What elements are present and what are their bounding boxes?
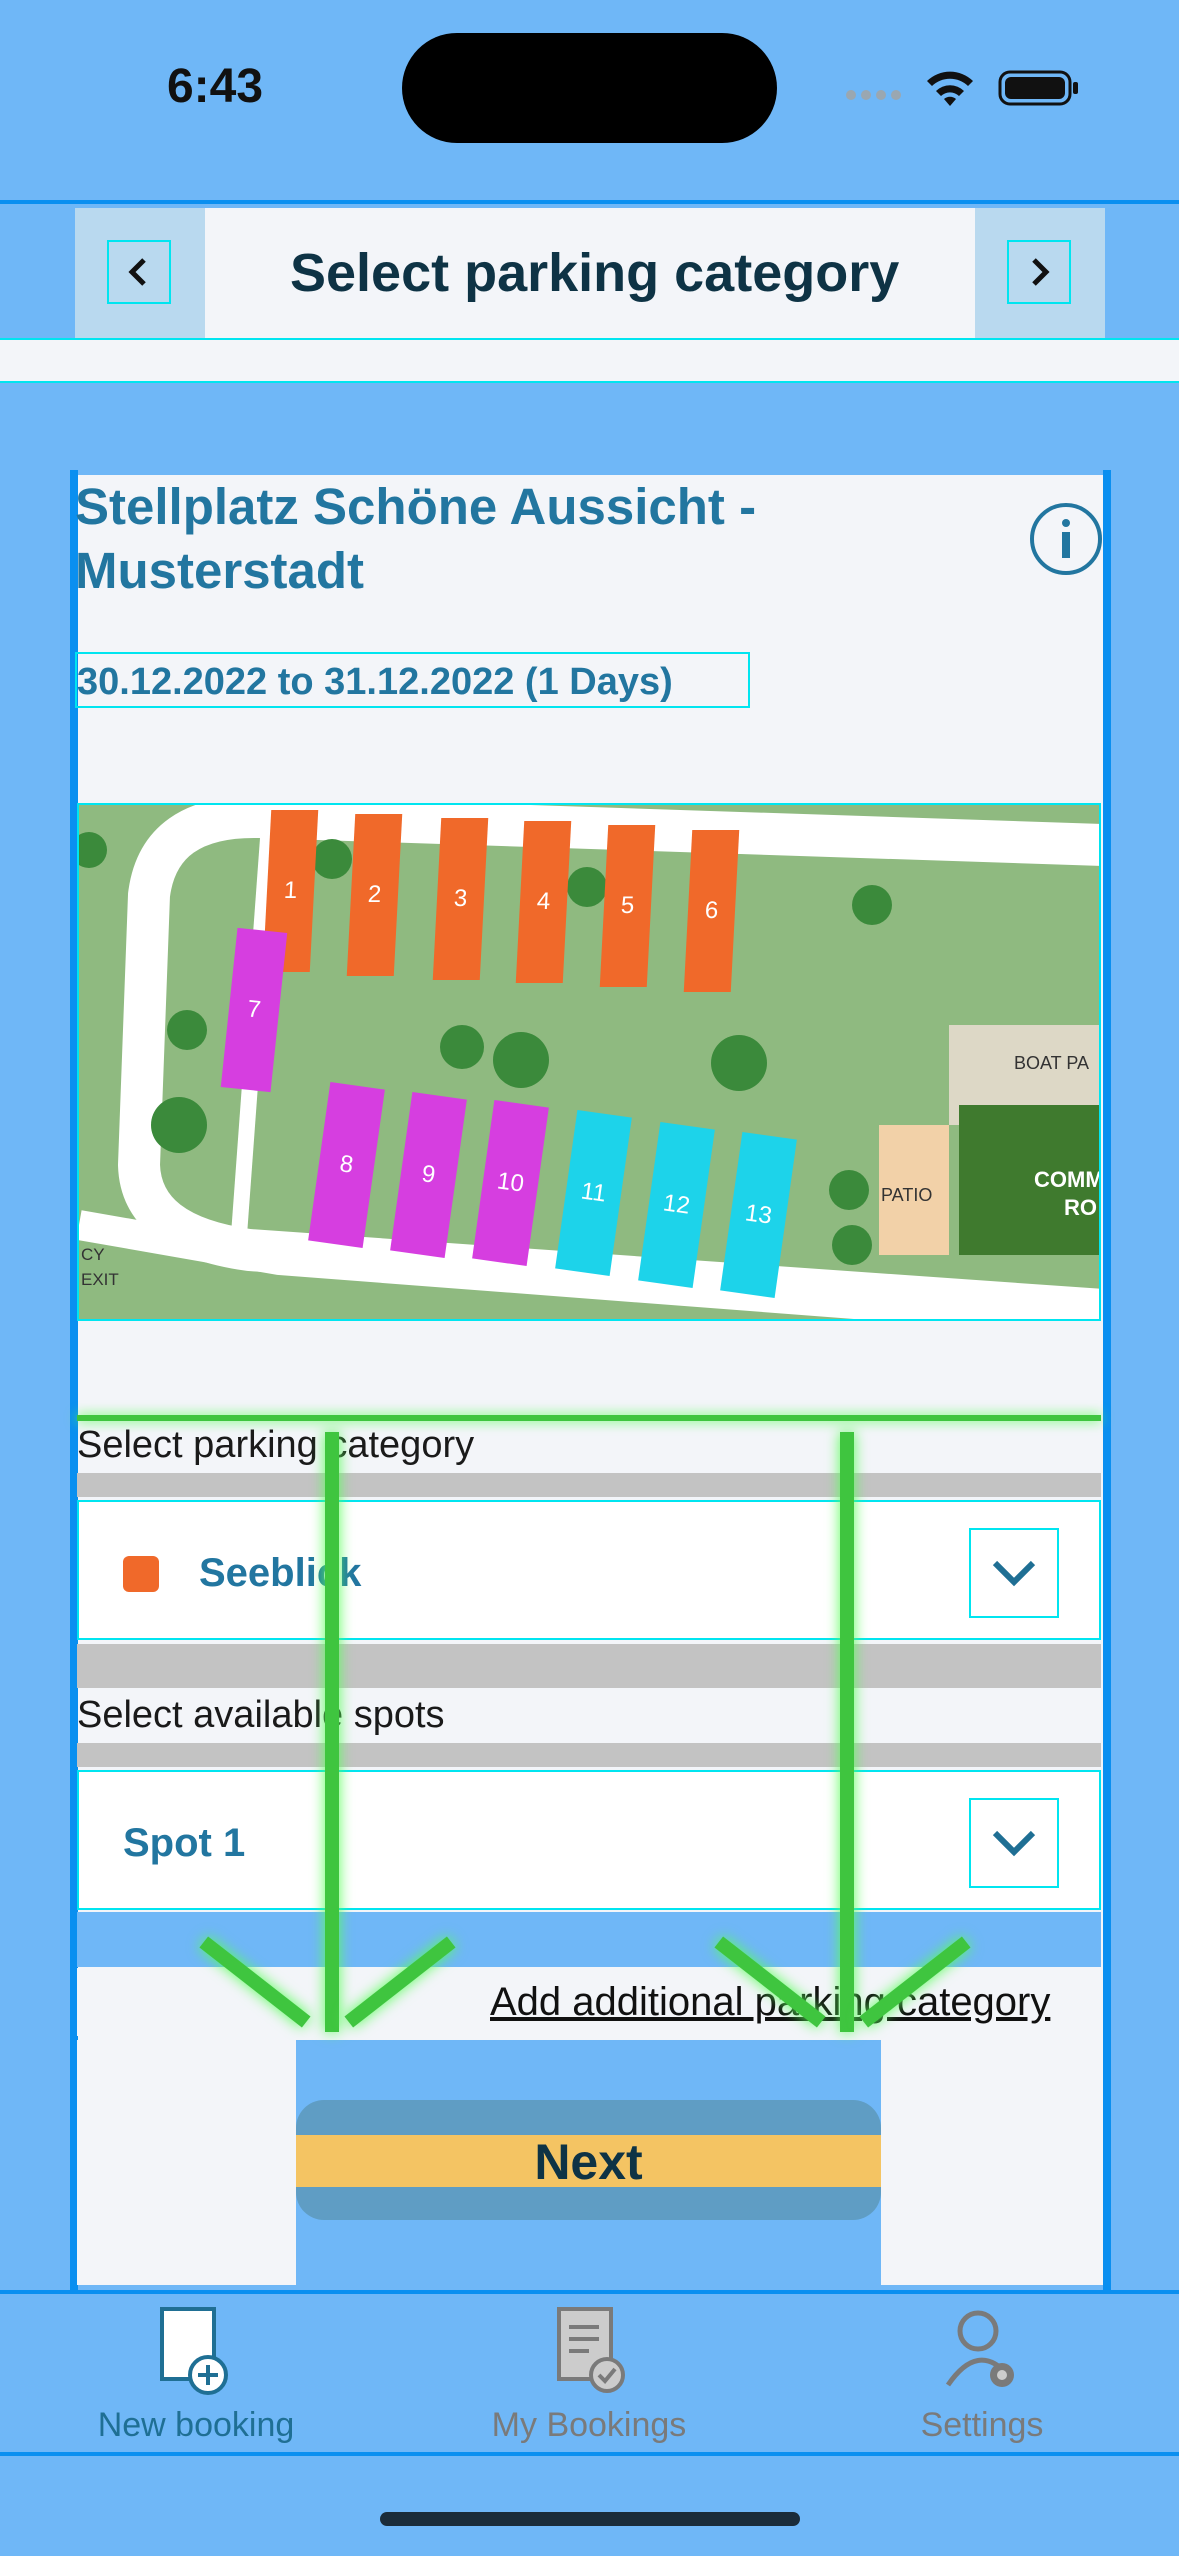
chevron-right-icon [1007, 240, 1071, 304]
tab-new-booking[interactable]: New booking [0, 2295, 392, 2455]
separator [77, 1473, 1101, 1497]
tab-settings[interactable]: Settings [786, 2295, 1178, 2455]
map-label-exit-2: EXIT [81, 1270, 119, 1289]
panel-right-border [1103, 470, 1111, 2290]
page-title: Select parking category [290, 243, 900, 303]
chevron-left-icon [107, 240, 171, 304]
category-select[interactable]: Seeblick [77, 1500, 1101, 1640]
booking-dates: 30.12.2022 to 31.12.2022 (1 Days) [75, 652, 750, 708]
separator [77, 1743, 1101, 1767]
drag-guide-line [325, 1432, 339, 2032]
map-label-patio: PATIO [881, 1185, 933, 1205]
chevron-down-icon[interactable] [969, 1528, 1059, 1618]
spots-label: Select available spots [77, 1694, 445, 1736]
signal-icon [845, 86, 905, 104]
settings-icon [942, 2305, 1022, 2400]
tab-label: New booking [97, 2406, 295, 2444]
home-indicator [380, 2512, 800, 2526]
tab-my-bookings[interactable]: My Bookings [393, 2295, 785, 2455]
map-spot[interactable]: 5 [599, 825, 656, 987]
tab-label: My Bookings [491, 2406, 687, 2444]
spot-value: Spot 1 [123, 1821, 246, 1865]
next-header-button[interactable] [975, 208, 1105, 338]
new-booking-icon [156, 2305, 236, 2400]
divider [0, 2290, 1179, 2294]
divider [0, 200, 1179, 204]
tab-label: Settings [920, 2406, 1044, 2444]
map-spot[interactable]: 2 [346, 814, 403, 976]
separator [77, 1644, 1101, 1688]
map-spot[interactable]: 3 [432, 818, 489, 980]
map-label-room: RO [1064, 1195, 1097, 1220]
parking-map: 1 2 3 4 5 6 7 8 9 10 11 12 13 PATIO BOAT… [77, 803, 1101, 1321]
map-label-exit-1: CY [81, 1245, 105, 1264]
spot-select[interactable]: Spot 1 [77, 1770, 1101, 1910]
battery-icon [998, 68, 1080, 108]
location-title: Stellplatz Schöne Aussicht - Musterstadt [75, 478, 757, 599]
map-spot[interactable]: 6 [683, 830, 740, 992]
status-time: 6:43 [166, 60, 264, 113]
category-color-swatch [123, 1556, 159, 1592]
header-spacer [0, 338, 1179, 383]
map-label-boat: BOAT PA [1014, 1053, 1090, 1073]
map-label-common: COMM [1034, 1167, 1101, 1192]
wifi-icon [925, 66, 975, 110]
dynamic-island [402, 33, 777, 143]
category-label: Select parking category [77, 1424, 475, 1466]
map-spot[interactable]: 4 [515, 821, 572, 983]
prev-button[interactable] [75, 208, 205, 338]
next-button-label: Next [534, 2134, 643, 2190]
category-value: Seeblick [199, 1551, 362, 1595]
bookings-icon [549, 2305, 629, 2400]
info-icon[interactable] [1030, 503, 1102, 575]
drag-guide-line [840, 1432, 854, 2032]
chevron-down-icon[interactable] [969, 1798, 1059, 1888]
